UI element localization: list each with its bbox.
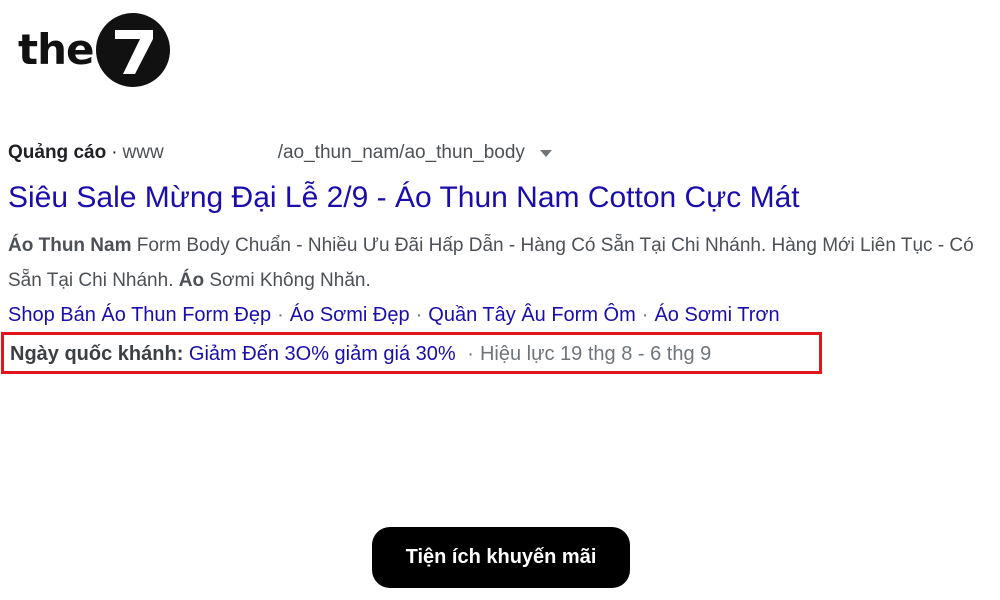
desc-text-1: Form Body Chuẩn - Nhiều Ưu Đãi Hấp Dẫn -…: [8, 235, 974, 291]
sitelink-separator: ·: [641, 304, 649, 326]
logo-word: the: [18, 25, 94, 74]
ad-label: Quảng cáo: [8, 142, 107, 164]
sitelink-shop-ao-thun[interactable]: Shop Bán Áo Thun Form Đẹp: [8, 304, 271, 326]
ad-meta-line: Quảng cáo · www/ao_thun_nam/ao_thun_body: [8, 140, 1000, 166]
ad-url-prefix[interactable]: www: [123, 142, 164, 163]
sitelink-separator: ·: [415, 304, 423, 326]
ad-separator: ·: [111, 142, 118, 164]
sitelinks-row: Shop Bán Áo Thun Form Đẹp · Áo Sơmi Đẹp · Qu…: [8, 300, 780, 330]
caret-down-icon[interactable]: [540, 140, 553, 166]
search-ad: Quảng cáo · www/ao_thun_nam/ao_thun_body S…: [1, 140, 1000, 374]
sitelink-quan-tay-au[interactable]: Quần Tây Âu Form Ôm: [428, 304, 635, 326]
promotion-extension: Ngày quốc khánh: Giảm Đến 3O% giảm giá 3…: [10, 341, 711, 367]
ad-url-path[interactable]: /ao_thun_nam/ao_thun_body: [278, 142, 525, 163]
promotion-separator: ·: [467, 343, 474, 365]
promotion-link[interactable]: Giảm Đến 3O% giảm giá 30%: [189, 343, 456, 365]
promotion-validity: Hiệu lực 19 thg 8 - 6 thg 9: [479, 343, 712, 365]
caption-pill: Tiện ích khuyến mãi: [372, 527, 630, 588]
sitelink-separator: ·: [277, 304, 284, 326]
desc-bold-1: Áo Thun Nam: [8, 235, 132, 256]
ad-headline-link[interactable]: Siêu Sale Mừng Đại Lễ 2/9 - Áo Thun Nam …: [8, 178, 800, 218]
ad-description: Áo Thun Nam Form Body Chuẩn - Nhiều Ưu Đ…: [8, 228, 998, 298]
brand-logo: the: [18, 12, 171, 88]
promotion-label: Ngày quốc khánh:: [10, 343, 184, 365]
logo-seven-icon: [96, 13, 171, 87]
desc-bold-2: Áo: [178, 270, 205, 291]
sitelink-ao-somi-tron[interactable]: Áo Sơmi Trơn: [654, 304, 779, 326]
sitelink-ao-somi-dep[interactable]: Áo Sơmi Đẹp: [290, 304, 410, 326]
desc-text-2: Sơmi Không Nhăn.: [204, 270, 371, 291]
